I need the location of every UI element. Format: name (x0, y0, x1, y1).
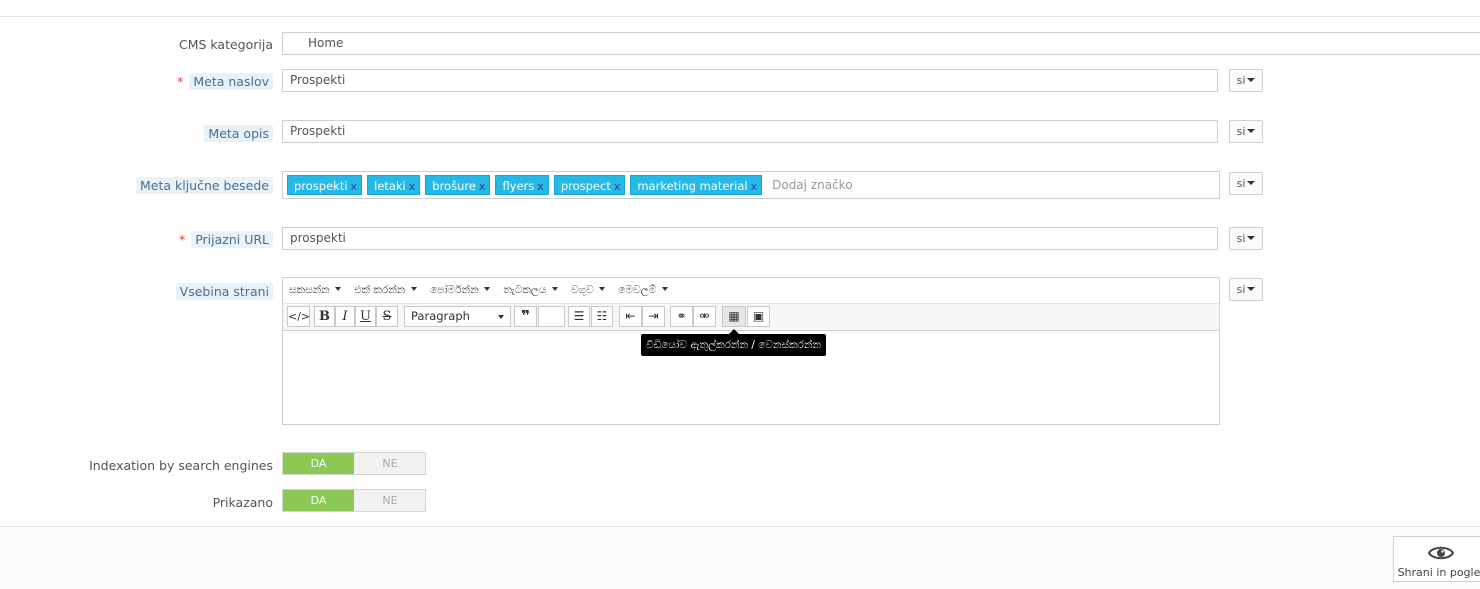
chevron-down-icon (1247, 78, 1256, 82)
displayed-yes[interactable]: DA (283, 490, 354, 511)
menu-edit[interactable]: සකසන්න (289, 284, 342, 296)
meta-title-lang-button[interactable]: si (1229, 69, 1263, 92)
keyword-tag: prospect x (553, 175, 626, 195)
meta-description-lang-button[interactable]: si (1229, 120, 1263, 143)
bullet-list-icon[interactable]: ☰ (568, 306, 590, 327)
remove-tag-icon[interactable]: x (614, 180, 621, 193)
keyword-tag: brošure x (425, 175, 491, 195)
menu-format[interactable]: තැටකලය (503, 284, 558, 296)
numbered-list-icon[interactable]: ☷ (591, 306, 613, 327)
remove-tag-icon[interactable]: x (409, 180, 416, 193)
blockquote-icon[interactable]: ❞ (514, 306, 537, 327)
remove-tag-icon[interactable]: x (751, 180, 758, 193)
editor-toolbar: </> B I U S Paragraph ❞ ☰ ☷ ⇤ ⇥ ⚭ ⚮ ▦ ▣ (283, 304, 1219, 331)
meta-description-input[interactable]: Prospekti (282, 120, 1218, 143)
indexation-toggle[interactable]: DA NE (282, 452, 426, 475)
top-divider (0, 16, 1480, 17)
chevron-down-icon (1247, 181, 1256, 185)
color-picker[interactable] (538, 306, 565, 327)
save-and-preview-button[interactable]: Shrani in poglej (1393, 536, 1480, 582)
meta-keywords-label: Meta ključne besede (135, 177, 273, 194)
source-code-icon[interactable]: </> (287, 306, 310, 327)
displayed-no[interactable]: NE (355, 490, 425, 511)
link-icon[interactable]: ⚭ (670, 306, 693, 327)
meta-title-input[interactable]: Prospekti (282, 69, 1218, 92)
format-select[interactable]: Paragraph (404, 306, 511, 327)
menu-insert[interactable]: එක් කරන්න (354, 284, 417, 296)
menu-table[interactable]: වගුව (571, 284, 606, 296)
friendly-url-input[interactable]: prospekti (282, 227, 1218, 250)
strikethrough-icon[interactable]: S (376, 306, 398, 327)
eye-icon (1427, 546, 1454, 560)
meta-title-label: * Meta naslov (177, 73, 273, 90)
menu-tools[interactable]: මෙවලම් (618, 284, 668, 296)
friendly-url-label: * Prijazni URL (179, 231, 273, 248)
unlink-icon[interactable]: ⚮ (693, 306, 716, 327)
keyword-tag: letaki x (367, 175, 421, 195)
indexation-yes[interactable]: DA (283, 453, 354, 474)
indexation-no[interactable]: NE (355, 453, 425, 474)
menu-view[interactable]: පෝර්මන්න (430, 284, 490, 296)
remove-tag-icon[interactable]: x (351, 180, 358, 193)
meta-description-label: Meta opis (204, 125, 273, 142)
keyword-tag: prospekti x (287, 175, 363, 195)
form-footer (0, 526, 1480, 589)
cms-category-label: CMS kategorija (178, 37, 273, 52)
cms-category-field[interactable]: Home (282, 32, 1480, 55)
italic-icon[interactable]: I (335, 306, 355, 327)
cms-category-value: Home (308, 36, 344, 50)
keyword-tag: flyers x (495, 175, 549, 195)
remove-tag-icon[interactable]: x (479, 180, 486, 193)
displayed-toggle[interactable]: DA NE (282, 489, 426, 512)
bold-icon[interactable]: B (314, 306, 335, 327)
meta-keywords-lang-button[interactable]: si (1229, 172, 1263, 195)
chevron-down-icon (1247, 236, 1256, 240)
meta-keywords-tag-input[interactable]: prospekti x letaki x brošure x flyers x prospect… (282, 171, 1220, 199)
insert-video-tooltip: වීඩියෝව ඇතුල්කරන්න / වෙනස්කරන්න (641, 329, 826, 356)
remove-tag-icon[interactable]: x (537, 180, 544, 193)
indent-icon[interactable]: ⇥ (642, 306, 665, 327)
outdent-icon[interactable]: ⇤ (619, 306, 642, 327)
add-tag-placeholder[interactable]: Dodaj značko (772, 178, 852, 192)
chevron-down-icon (1247, 287, 1256, 291)
page-content-label: Vsebina strani (175, 283, 273, 300)
video-icon[interactable]: ▦ (722, 306, 746, 327)
page-content-lang-button[interactable]: si (1229, 278, 1263, 301)
editor-menubar: සකසන්න එක් කරන්න පෝර්මන්න තැටකලය වගුව මෙ… (283, 278, 1219, 304)
keyword-tag: marketing material x (630, 175, 763, 195)
save-and-preview-label: Shrani in poglej (1397, 566, 1480, 579)
chevron-down-icon (1247, 129, 1256, 133)
friendly-url-lang-button[interactable]: si (1229, 227, 1263, 250)
displayed-label: Prikazano (212, 495, 273, 510)
underline-icon[interactable]: U (355, 306, 376, 327)
indexation-label: Indexation by search engines (89, 458, 273, 473)
image-icon[interactable]: ▣ (747, 306, 770, 327)
